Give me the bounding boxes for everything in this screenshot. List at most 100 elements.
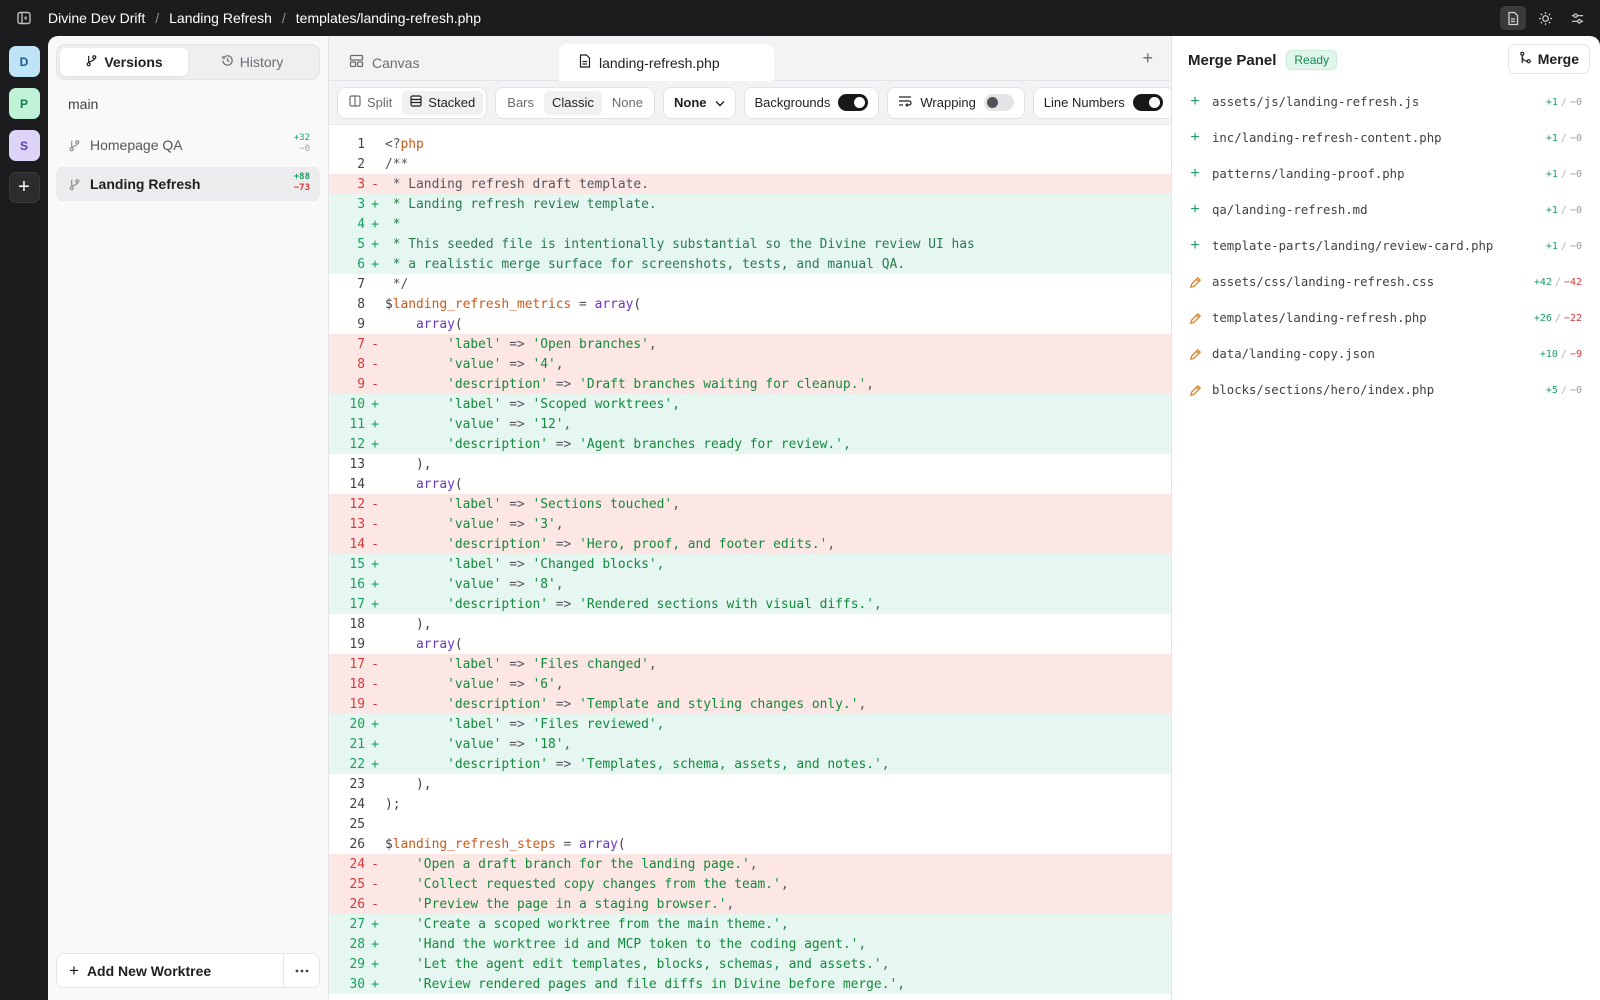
diff-toolbar: Split Stacked Bars Classic None None Bac… [329, 81, 1171, 125]
tab-versions[interactable]: Versions [60, 48, 188, 76]
diff-marker: + [371, 916, 379, 932]
code-text: 'Open a draft branch for the landing pag… [416, 856, 758, 872]
wrapping-toggle[interactable]: Wrapping [887, 86, 1025, 119]
project-avatar-s[interactable]: S [8, 130, 40, 161]
code-text: 'description' => 'Template and styling c… [447, 696, 867, 712]
diff-mode-dropdown[interactable]: None [663, 86, 736, 119]
merge-icon [1519, 51, 1532, 67]
worktree-item-homepage-qa[interactable]: Homepage QA +32 −0 [56, 128, 320, 162]
deleted-line: 9- 'description' => 'Draft branches wait… [329, 374, 1171, 394]
project-avatar-d[interactable]: D [8, 46, 40, 77]
line-number: 11 [349, 416, 365, 432]
deleted-line: 8- 'value' => '4', [329, 354, 1171, 374]
additions-count: +10 [1539, 348, 1558, 360]
tab-landing-refresh-php[interactable]: landing-refresh.php [559, 44, 774, 81]
changed-file-item[interactable]: templates/landing-refresh.php +26/−22 [1172, 300, 1600, 336]
file-path: data/landing-copy.json [1212, 347, 1375, 361]
context-line: 23 ), [329, 774, 1171, 794]
added-line: 20 + 'label' => 'Files reviewed', [329, 714, 1171, 734]
code-text: * Landing refresh review template. [385, 196, 657, 212]
diff-counts: +32 −0 [294, 133, 310, 155]
title-bar: Divine Dev Drift / Landing Refresh / tem… [0, 0, 1600, 36]
changed-file-item[interactable]: + assets/js/landing-refresh.js +1/−0 [1172, 84, 1600, 120]
diff-marker: + [371, 256, 379, 272]
code-text: 'description' => 'Templates, schema, ass… [447, 756, 890, 772]
line-number: 9 [357, 376, 365, 392]
added-line: 3 + * Landing refresh review template. [329, 194, 1171, 214]
changed-file-item[interactable]: data/landing-copy.json +10/−9 [1172, 336, 1600, 372]
added-file-icon: + [1190, 129, 1200, 146]
deleted-line: 25- 'Collect requested copy changes from… [329, 874, 1171, 894]
add-project-button[interactable]: + [8, 172, 40, 203]
stacked-option[interactable]: Stacked [402, 90, 484, 115]
worktree-label: Landing Refresh [90, 176, 201, 192]
classic-option[interactable]: Classic [544, 90, 602, 115]
code-text: */ [385, 276, 409, 292]
base-branch-label[interactable]: main [68, 96, 98, 112]
additions-count: +32 [293, 133, 310, 143]
worktree-item-landing-refresh[interactable]: Landing Refresh +88 −73 [56, 167, 320, 201]
code-text: /** [385, 156, 409, 172]
changed-files-list: + assets/js/landing-refresh.js +1/−0 + inc/l… [1172, 84, 1600, 408]
diff-marker: - [371, 496, 379, 512]
line-number: 12 [349, 436, 365, 452]
backgrounds-switch[interactable] [838, 94, 869, 111]
file-view-icon[interactable] [1500, 6, 1526, 30]
diff-marker: + [371, 556, 379, 572]
backgrounds-toggle[interactable]: Backgrounds [743, 86, 880, 119]
changed-file-item[interactable]: + patterns/landing-proof.php +1/−0 [1172, 156, 1600, 192]
split-option[interactable]: Split [341, 91, 400, 115]
project-avatar-p[interactable]: P [8, 88, 40, 119]
merge-button[interactable]: Merge [1507, 44, 1590, 74]
add-tab-button[interactable]: + [1142, 48, 1153, 69]
tab-history[interactable]: History [188, 48, 316, 76]
line-numbers-toggle[interactable]: Line Numbers [1032, 86, 1171, 119]
merge-panel: Merge Panel Ready Merge + assets/js/landi… [1171, 36, 1600, 1000]
changed-file-item[interactable]: + qa/landing-refresh.md +1/−0 [1172, 192, 1600, 228]
additions-count: +88 [293, 172, 310, 182]
diff-counts: +88 −73 [294, 172, 310, 194]
changed-file-item[interactable]: blocks/sections/hero/index.php +5/−0 [1172, 372, 1600, 408]
code-text: ); [385, 796, 401, 812]
bars-option[interactable]: Bars [499, 91, 542, 115]
deletions-count: −0 [1569, 96, 1582, 108]
line-numbers-switch[interactable] [1132, 94, 1163, 111]
code-text: ), [385, 456, 432, 472]
breadcrumb-file[interactable]: templates/landing-refresh.php [296, 10, 481, 26]
line-number: 1 [357, 136, 365, 152]
line-number: 23 [349, 776, 365, 792]
context-line: 9 array( [329, 314, 1171, 334]
sidebar-toggle-icon[interactable] [12, 6, 36, 30]
changed-file-item[interactable]: assets/css/landing-refresh.css +42/−42 [1172, 264, 1600, 300]
added-line: 4 + * [329, 214, 1171, 234]
diff-code-view[interactable]: 1 <?php 2/** 3- * Landing refresh draft tem… [329, 125, 1171, 994]
stacked-label: Stacked [428, 95, 476, 110]
changed-file-item[interactable]: + template-parts/landing/review-card.php +… [1172, 228, 1600, 264]
none-option[interactable]: None [604, 91, 651, 115]
line-number: 15 [349, 556, 365, 572]
code-text: 'value' => '18', [447, 736, 572, 752]
add-worktree-button[interactable]: + Add New Worktree [57, 954, 283, 987]
tab-canvas[interactable]: Canvas [329, 44, 539, 81]
changed-file-item[interactable]: + inc/landing-refresh-content.php +1/−0 [1172, 120, 1600, 156]
code-text: 'value' => '4', [447, 356, 564, 372]
wrapping-switch[interactable] [983, 94, 1014, 111]
more-options-icon[interactable] [283, 954, 319, 987]
breadcrumb-project[interactable]: Divine Dev Drift [48, 10, 145, 26]
added-line: 17 + 'description' => 'Rendered sections … [329, 594, 1171, 614]
file-diff-counts: +1/−0 [1546, 205, 1582, 216]
deleted-line: 12- 'label' => 'Sections touched', [329, 494, 1171, 514]
additions-count: +1 [1545, 168, 1558, 180]
diff-marker: - [371, 676, 379, 692]
code-text: * This seeded file is intentionally subs… [385, 236, 975, 252]
tab-versions-label: Versions [104, 54, 163, 70]
settings-sliders-icon[interactable] [1564, 6, 1590, 30]
theme-sun-icon[interactable] [1532, 6, 1558, 30]
added-line: 29 + 'Let the agent edit templates, block… [329, 954, 1171, 974]
diff-editor: Canvas landing-refresh.php + Split Stack… [329, 36, 1171, 1000]
added-line: 16 + 'value' => '8', [329, 574, 1171, 594]
line-number: 14 [349, 476, 365, 492]
breadcrumb-worktree[interactable]: Landing Refresh [169, 10, 272, 26]
count-separator: / [1560, 240, 1567, 252]
line-number: 27 [349, 916, 365, 932]
